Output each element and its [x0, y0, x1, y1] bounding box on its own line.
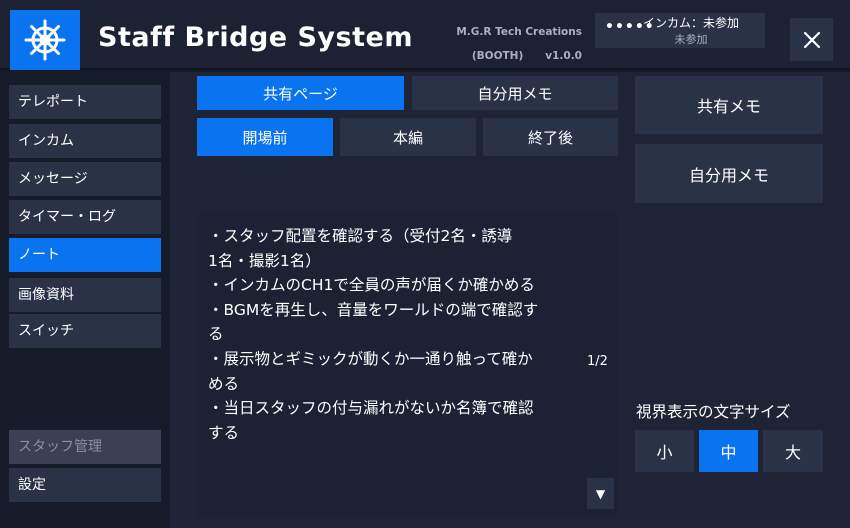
- close-button[interactable]: [790, 18, 833, 61]
- credit-store: (BOOTH): [471, 50, 524, 62]
- credit-line: M.G.R Tech Creations: [456, 26, 582, 38]
- sidebar-item-note[interactable]: ノート: [9, 238, 161, 272]
- ship-wheel-icon: [24, 19, 66, 61]
- sidebar-item-intercom[interactable]: インカム: [9, 124, 161, 158]
- note-line: める: [208, 374, 240, 393]
- page-indicator: 1/2: [587, 354, 608, 369]
- note-line: ・スタッフ配置を確認する（受付2名・誘導: [208, 227, 513, 245]
- sidebar-item-switch[interactable]: スイッチ: [9, 314, 161, 348]
- intercom-label: インカム：未参加: [642, 16, 739, 30]
- scroll-down-button[interactable]: ▼: [587, 478, 614, 509]
- note-line: ・展示物とギミックが動くか一通り触って確か: [208, 349, 533, 368]
- note-line: る: [208, 325, 224, 344]
- app-logo: [10, 10, 80, 70]
- sidebar-item-message[interactable]: メッセージ: [9, 162, 161, 196]
- note-line: ・当日スタッフの付与漏れがないか名簿で確認: [208, 399, 534, 418]
- sidebar-item-settings[interactable]: 設定: [9, 468, 161, 502]
- note-line: する: [208, 423, 240, 442]
- intercom-status[interactable]: ••••• インカム：未参加 未参加: [595, 13, 765, 48]
- app-title: Staff Bridge System: [98, 22, 413, 53]
- version-label: v1.0.0: [545, 50, 582, 62]
- close-icon: [803, 31, 820, 48]
- note-text: ・スタッフ配置を確認する（受付2名・誘導 1名・撮影1名） ・インカムのCH1で全員…: [208, 224, 578, 445]
- sidebar-item-staff-management[interactable]: スタッフ管理: [9, 430, 161, 464]
- note-line: 1名・撮影1名）: [208, 251, 321, 270]
- phase-after-show-button[interactable]: 終了後: [483, 118, 618, 156]
- credit-info: M.G.R Tech Creations (BOOTH) v1.0.0: [446, 20, 582, 68]
- phase-before-opening-button[interactable]: 開場前: [197, 118, 333, 156]
- tab-shared-page[interactable]: 共有ページ: [197, 76, 404, 110]
- phase-main-show-button[interactable]: 本編: [340, 118, 476, 156]
- tab-personal-memo[interactable]: 自分用メモ: [412, 76, 618, 110]
- font-size-small-button[interactable]: 小: [635, 430, 694, 472]
- intercom-state: 未参加: [674, 33, 708, 46]
- note-content[interactable]: ・スタッフ配置を確認する（受付2名・誘導 1名・撮影1名） ・インカムのCH1で全員…: [197, 212, 618, 517]
- app-header: Staff Bridge System M.G.R Tech Creations…: [0, 0, 850, 70]
- sidebar-item-images[interactable]: 画像資料: [9, 278, 161, 312]
- shared-memo-button[interactable]: 共有メモ: [635, 76, 823, 134]
- sidebar: テレポート インカム メッセージ タイマー・ログ ノート 画像資料 スイッチ ス…: [0, 72, 170, 528]
- sidebar-item-teleport[interactable]: テレポート: [9, 85, 161, 119]
- note-line: ・BGMを再生し、音量をワールドの端で確認す: [208, 300, 539, 319]
- font-size-label: 視界表示の文字サイズ: [636, 403, 791, 421]
- note-line: ・インカムのCH1で全員の声が届くか確かめる: [208, 276, 535, 295]
- font-size-large-button[interactable]: 大: [763, 430, 823, 472]
- personal-memo-button[interactable]: 自分用メモ: [635, 144, 823, 203]
- triangle-down-icon: ▼: [595, 486, 606, 501]
- sidebar-item-timer-log[interactable]: タイマー・ログ: [9, 200, 161, 234]
- font-size-medium-button[interactable]: 中: [699, 430, 758, 472]
